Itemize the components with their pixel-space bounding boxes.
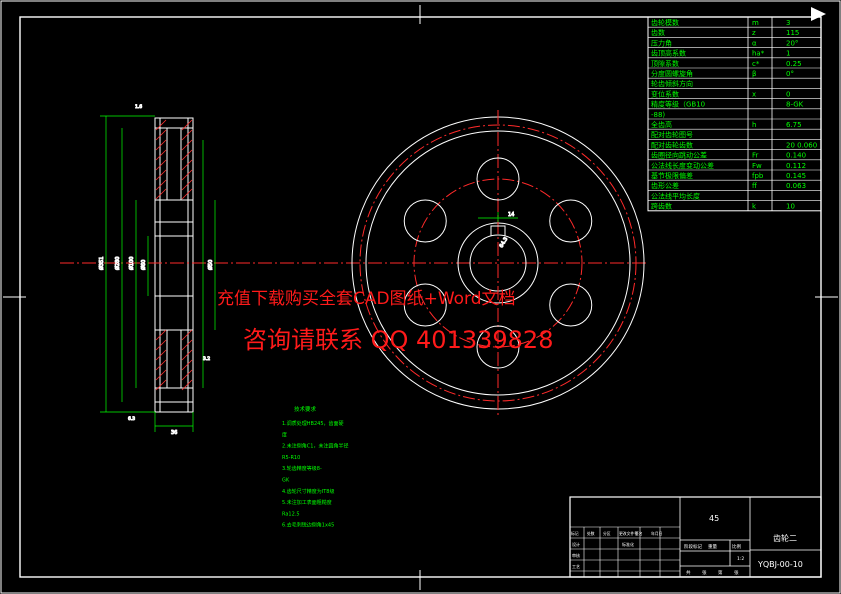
table-param-symbol: z	[752, 29, 756, 37]
watermark-line-1: 充值下载购买全套CAD图纸+Word文档	[217, 289, 516, 309]
table-param-symbol: Fw	[752, 162, 762, 170]
sheet-count-label: 张	[734, 569, 739, 576]
standardization-label: 标准化	[622, 541, 634, 547]
mark-header: 比例	[732, 543, 741, 550]
table-param-value: 0	[786, 90, 790, 98]
drawing-number: YQBJ-00-10	[757, 560, 803, 569]
table-param-label: 齿顶高系数	[651, 49, 686, 58]
table-param-label: 变位系数	[651, 89, 679, 98]
table-param-value: 115	[786, 29, 799, 37]
notes-item: R5-R10	[282, 455, 300, 461]
table-param-label: 压力角	[651, 38, 672, 47]
role-label: 设计	[572, 541, 580, 547]
table-param-label: 精度等级（GB10	[651, 100, 705, 109]
revision-header: 年月日	[651, 531, 663, 536]
table-param-label: 公法线长度变动公差	[651, 161, 714, 170]
table-param-symbol: Fr	[752, 152, 759, 160]
table-param-symbol: ha*	[752, 50, 765, 58]
table-param-value: 0.145	[786, 172, 806, 180]
table-param-value: 0.25	[786, 60, 802, 68]
table-param-symbol: ff	[752, 182, 757, 190]
watermark-line-2: 咨询请联系 QQ 401339828	[243, 326, 554, 354]
revision-header: 标记	[571, 531, 579, 536]
part-name: 齿轮二	[773, 533, 797, 543]
table-param-label: 齿形公差	[651, 181, 679, 190]
notes-item: Ra12.5	[282, 511, 300, 517]
roughness-label: 6.3	[128, 416, 135, 422]
table-param-symbol: β	[752, 70, 756, 78]
revision-header: 处数	[587, 531, 595, 536]
table-param-value: 8-GK	[786, 101, 804, 109]
title-block: 45齿轮二YQBJ-00-10阶段标记 重量 比例1:2标记 处数 分区 更改文件号签名年…	[569, 496, 822, 578]
table-param-label: 齿轮模数	[651, 18, 679, 27]
table-param-label: 公法线平均长度	[651, 191, 700, 200]
table-param-value: 0.063	[786, 182, 806, 190]
notes-title: 技术要求	[294, 405, 317, 413]
technical-requirements: 技术要求 1.调质处理HB245，齿面硬度 2.未注倒角C1，未注圆角半径 R5-R1…	[282, 405, 348, 529]
table-param-label: 分度圆螺旋角	[651, 69, 693, 78]
table-param-symbol: k	[752, 203, 757, 211]
table-param-label: 配对齿轮图号	[651, 130, 693, 139]
notes-item: 1.调质处理HB245，齿面硬	[282, 420, 344, 427]
table-param-value: 6.75	[786, 121, 802, 129]
table-param-label: 全齿高	[651, 120, 672, 129]
table-param-label: 基节极限偏差	[651, 171, 693, 180]
table-param-label: 轮齿倾斜方向	[651, 79, 693, 88]
keyway-width-label: 14	[508, 212, 514, 218]
roughness-label: 1.6	[135, 104, 142, 110]
table-param-label: 配对齿轮齿数	[651, 140, 693, 149]
table-param-label: -88)	[651, 111, 665, 119]
table-param-value: 20°	[786, 39, 798, 47]
tip-diameter-label: Ø351	[98, 257, 105, 270]
table-param-label: 齿圈径向跳动公差	[651, 151, 707, 160]
gear-section-view: Ø351 Ø280 Ø100 Ø60 Ø50 36 1.6 6.3 3.2	[60, 104, 648, 437]
web-diameter-label: Ø50	[207, 260, 214, 270]
hub-diameter-label: Ø100	[128, 257, 135, 270]
table-param-value: 1	[786, 50, 790, 58]
table-param-symbol: c*	[752, 60, 760, 68]
table-param-value: 20 0.060	[786, 141, 817, 149]
sheet-count-label: 共	[686, 569, 691, 576]
table-param-symbol: fpb	[752, 172, 764, 180]
table-param-symbol: h	[752, 121, 756, 129]
keyway-depth-label: 64.3	[499, 236, 510, 249]
table-param-value: 0°	[786, 70, 794, 78]
notes-item: 4.齿轮尺寸精度为IT8级	[282, 488, 334, 495]
table-param-label: 齿数	[651, 28, 665, 37]
sheet-count-label: 第	[718, 569, 723, 576]
table-param-label: 顶隙系数	[651, 59, 679, 68]
table-param-symbol: m	[752, 19, 759, 27]
revision-header: 签名	[635, 531, 643, 536]
role-label: 审核	[572, 552, 580, 558]
notes-item: 2.未注倒角C1，未注圆角半径	[282, 443, 348, 450]
role-label: 工艺	[572, 564, 580, 569]
face-width-label: 36	[171, 430, 177, 436]
table-param-value: 10	[786, 203, 795, 211]
roughness-label: 3.2	[203, 356, 210, 362]
table-param-value: 0.112	[786, 162, 806, 170]
gear-parameter-table: 齿轮模数 m 3 齿数 z 115 压力角 α 20° 齿顶高系数 ha* 1 顶隙系数 c* 0.25 分度…	[647, 16, 822, 212]
mark-header: 重量	[708, 543, 717, 550]
notes-item: 5.未注加工表面粗糙度	[282, 499, 332, 506]
bore-diameter-label: Ø60	[140, 260, 147, 270]
notes-item: 6.去毛刺锐边倒角1x45	[282, 522, 334, 529]
notes-item: GK	[282, 478, 290, 484]
mark-header: 阶段标记	[684, 543, 702, 550]
sheet-count-label: 张	[702, 569, 707, 576]
table-param-value: 0.140	[786, 152, 806, 160]
table-param-symbol: α	[752, 39, 757, 47]
notes-item: 度	[282, 431, 287, 438]
table-param-value: 3	[786, 19, 790, 27]
scale-value: 1:2	[737, 556, 744, 562]
material-label: 45	[709, 514, 719, 523]
table-param-label: 跨齿数	[651, 202, 672, 211]
revision-header: 分区	[603, 531, 611, 536]
notes-item: 3.轮齿精度等级8-	[282, 465, 322, 472]
table-param-symbol: x	[752, 90, 756, 98]
rim-diameter-label: Ø280	[114, 257, 121, 270]
